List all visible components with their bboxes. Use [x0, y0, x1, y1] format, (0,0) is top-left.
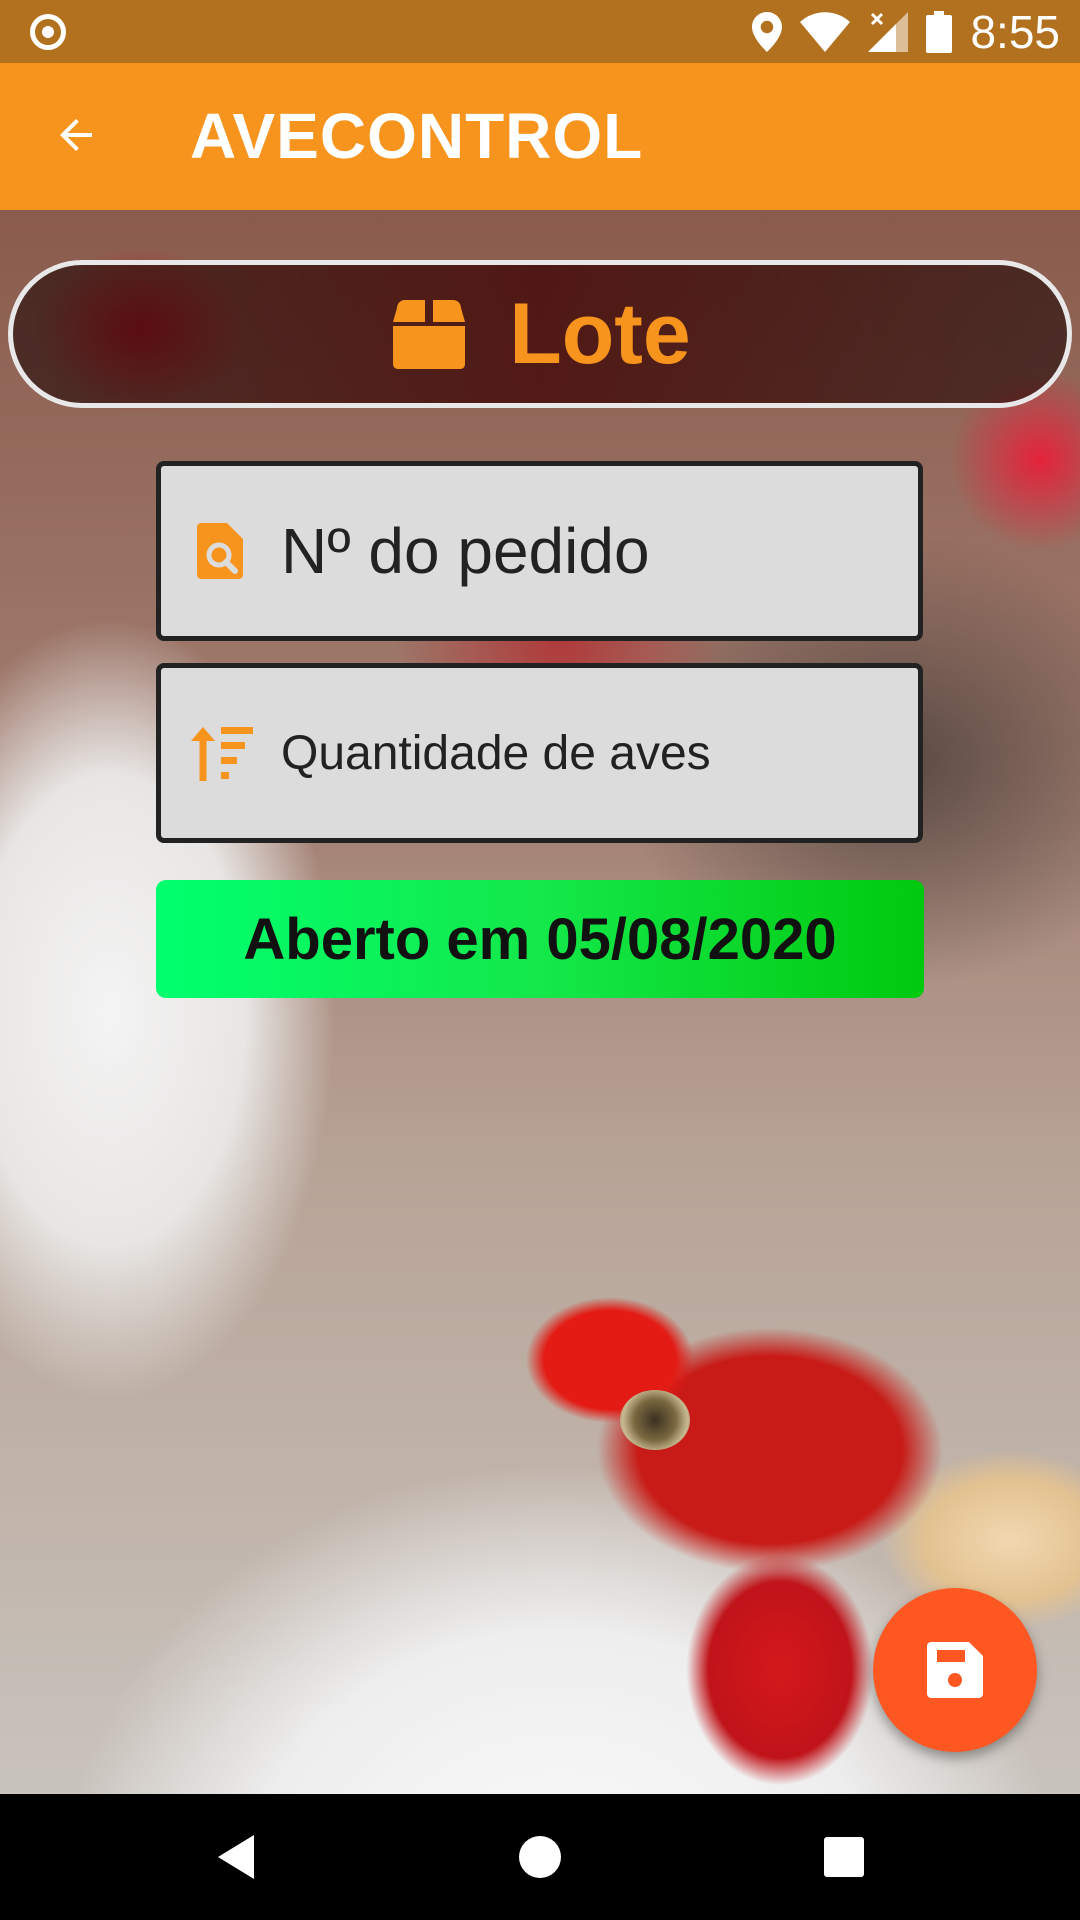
- home-circle-icon: [519, 1836, 561, 1878]
- order-number-field[interactable]: [156, 461, 923, 641]
- back-button[interactable]: [44, 103, 108, 167]
- nav-recents-button[interactable]: [808, 1821, 880, 1893]
- recents-square-icon: [824, 1837, 864, 1877]
- back-triangle-icon: [218, 1835, 254, 1879]
- opened-date-label: Aberto em 05/08/2020: [243, 906, 837, 972]
- content-area: Lote Aberto em 05/08/2020: [0, 210, 1080, 1794]
- location-icon: [752, 11, 783, 52]
- nav-home-button[interactable]: [504, 1821, 576, 1893]
- arrow-left-icon: [60, 119, 92, 151]
- navigation-bar: [0, 1794, 1080, 1920]
- order-number-input[interactable]: [281, 466, 898, 636]
- opened-date-badge: Aberto em 05/08/2020: [156, 880, 924, 998]
- bird-quantity-input[interactable]: [281, 668, 898, 838]
- status-bar: 8:55: [0, 0, 1080, 63]
- file-search-icon: [197, 523, 243, 579]
- nav-back-button[interactable]: [200, 1821, 272, 1893]
- sort-amount-up-icon: [191, 727, 253, 781]
- wifi-icon: [800, 11, 851, 52]
- app-bar: AVECONTROL: [0, 63, 1080, 210]
- box-icon: [393, 300, 466, 369]
- signal-icon: [868, 11, 909, 52]
- app-title: AVECONTROL: [190, 100, 644, 172]
- lote-header: Lote: [8, 260, 1072, 408]
- bird-quantity-field[interactable]: [156, 663, 923, 843]
- battery-icon: [926, 10, 953, 53]
- status-time: 8:55: [970, 5, 1060, 58]
- record-icon: [30, 14, 66, 50]
- background-photo-detail: [620, 1390, 690, 1450]
- lote-title: Lote: [509, 285, 691, 382]
- status-icons: 8:55: [752, 0, 1060, 63]
- save-button[interactable]: [873, 1588, 1037, 1752]
- save-icon: [927, 1642, 983, 1698]
